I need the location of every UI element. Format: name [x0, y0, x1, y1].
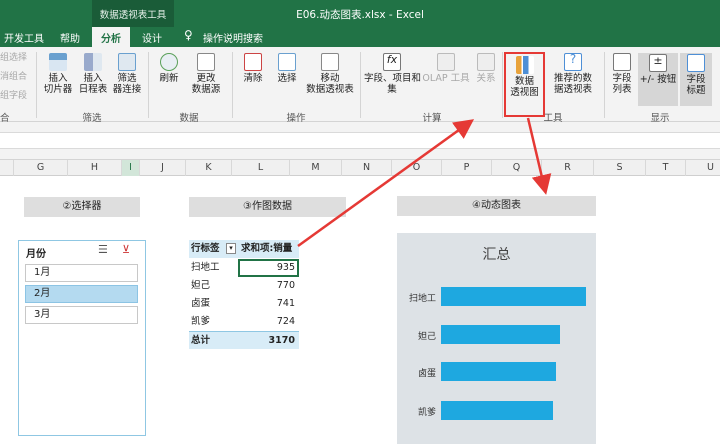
arrow-to-ribbon [297, 119, 475, 248]
arrow-to-chart [526, 117, 552, 195]
annotation-arrows [297, 117, 552, 248]
